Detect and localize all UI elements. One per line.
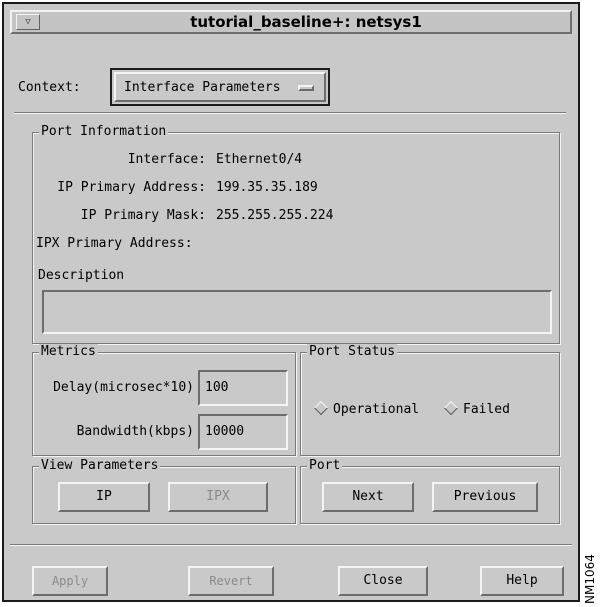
description-field[interactable] — [42, 290, 552, 334]
context-label: Context: — [18, 80, 81, 95]
revert-button[interactable]: Revert — [188, 566, 274, 596]
separator — [10, 544, 572, 546]
interface-value: Ethernet0/4 — [216, 152, 303, 167]
radio-diamond-icon — [313, 400, 329, 416]
option-menu-indicator-icon — [298, 85, 314, 91]
view-parameters-title: View Parameters — [39, 458, 161, 474]
interface-label: Interface: — [127, 152, 206, 167]
radio-failed-label: Failed — [463, 402, 510, 417]
radio-operational-label: Operational — [333, 402, 420, 417]
ipx-button[interactable]: IPX — [168, 482, 268, 512]
context-option-frame: Interface Parameters — [110, 68, 330, 106]
delay-value: 100 — [205, 380, 229, 395]
port-information-title: Port Information — [39, 124, 169, 140]
delay-label: Delay(microsec*10) — [53, 380, 194, 395]
metrics-title: Metrics — [39, 344, 98, 360]
next-button[interactable]: Next — [322, 482, 414, 512]
radio-operational[interactable]: Operational — [313, 400, 420, 417]
previous-button[interactable]: Previous — [432, 482, 538, 512]
ipx-primary-address-label: IPX Primary Address: — [36, 236, 193, 251]
radio-failed[interactable]: Failed — [443, 400, 510, 417]
ip-primary-mask-value: 255.255.255.224 — [216, 208, 334, 223]
dialog-window: ▽ tutorial_baseline+: netsys1 Context: I… — [2, 2, 580, 602]
port-status-title: Port Status — [307, 344, 398, 360]
ip-primary-address-label: IP Primary Address: — [57, 180, 206, 195]
ip-primary-mask-label: IP Primary Mask: — [80, 208, 206, 223]
bandwidth-label: Bandwidth(kbps) — [76, 424, 194, 439]
separator — [14, 112, 566, 114]
title-bar[interactable]: ▽ tutorial_baseline+: netsys1 — [10, 10, 572, 34]
radio-diamond-icon — [443, 400, 459, 416]
close-button[interactable]: Close — [338, 566, 428, 596]
delay-input[interactable]: 100 — [198, 370, 288, 406]
window-title: tutorial_baseline+: netsys1 — [190, 13, 422, 31]
context-option-value: Interface Parameters — [124, 80, 281, 95]
ip-button[interactable]: IP — [58, 482, 150, 512]
window-menu-icon[interactable]: ▽ — [16, 14, 40, 30]
apply-button[interactable]: Apply — [32, 566, 108, 596]
help-button[interactable]: Help — [480, 566, 564, 596]
description-label: Description — [38, 268, 125, 283]
bandwidth-value: 10000 — [205, 424, 245, 439]
context-option-menu[interactable]: Interface Parameters — [114, 72, 326, 102]
port-title: Port — [307, 458, 343, 474]
figure-code: NM1064 — [583, 554, 597, 604]
ip-primary-address-value: 199.35.35.189 — [216, 180, 318, 195]
bandwidth-input[interactable]: 10000 — [198, 414, 288, 450]
